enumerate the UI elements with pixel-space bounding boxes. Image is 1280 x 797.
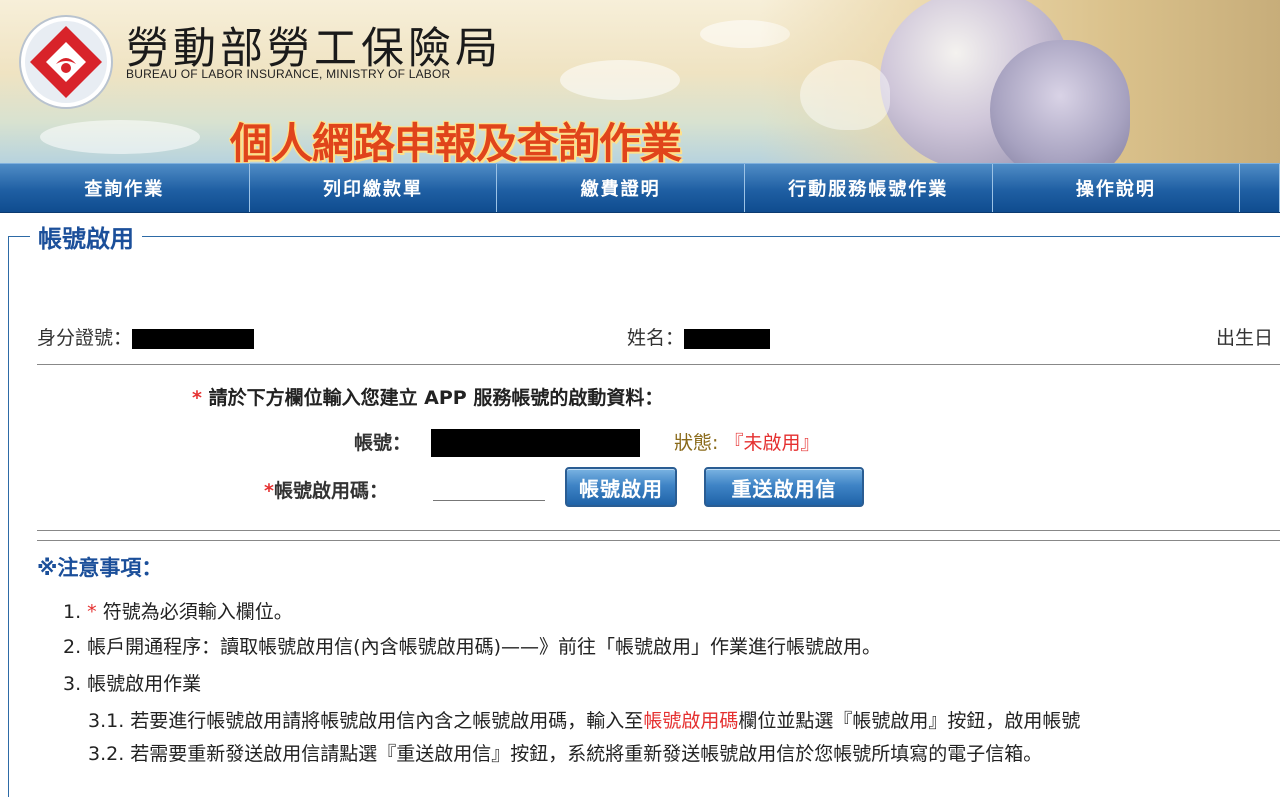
cloud-decoration [560, 60, 680, 100]
banner-illustration [760, 0, 1280, 163]
divider [37, 530, 1280, 531]
divider [37, 540, 1280, 541]
note-2: 2. 帳戶開通程序：讀取帳號啟用信(內含帳號啟用碼)——》前往「帳號啟用」作業進… [63, 636, 881, 658]
birth-date-label: 出生日 [1216, 327, 1274, 349]
header-banner: 勞動部勞工保險局 BUREAU OF LABOR INSURANCE, MINI… [0, 0, 1280, 163]
account-label: 帳號： [354, 432, 412, 454]
required-star: * [87, 601, 97, 623]
note-3-1-highlight: 帳號啟用碼 [643, 710, 739, 732]
nav-item-query[interactable]: 查詢作業 [0, 164, 250, 212]
account-redacted [431, 429, 640, 457]
notes-title: ※注意事項： [37, 556, 163, 580]
resend-activation-email-button[interactable]: 重送啟用信 [704, 467, 864, 507]
activation-prompt-text: 請於下方欄位輸入您建立 APP 服務帳號的啟動資料： [208, 387, 664, 409]
activation-code-label: *帳號啟用碼： [264, 476, 388, 503]
status-badge: 『未啟用』 [724, 432, 820, 454]
section-title: 帳號啟用 [30, 219, 142, 254]
note-3-2: 3.2. 若需要重新發送啟用信請點選『重送啟用信』按鈕，系統將重新發送帳號啟用信… [88, 743, 1043, 765]
activate-account-button[interactable]: 帳號啟用 [565, 467, 677, 507]
name-label: 姓名： [627, 327, 685, 349]
main-nav: 查詢作業 列印繳款單 繳費證明 行動服務帳號作業 操作說明 [0, 163, 1280, 213]
id-number-redacted [132, 328, 255, 349]
note-3-1-text-b: 欄位並點選『帳號啟用』按鈕，啟用帳號 [738, 710, 1081, 732]
note-3: 3. 帳號啟用作業 [63, 673, 202, 695]
activation-code-label-text: 帳號啟用碼： [273, 480, 388, 502]
activation-code-input[interactable] [433, 474, 545, 501]
nav-item-instructions[interactable]: 操作說明 [993, 164, 1241, 212]
note-1-number: 1. [63, 601, 88, 623]
nav-item-print-payment-slip[interactable]: 列印繳款單 [250, 164, 498, 212]
name-redacted [684, 328, 771, 349]
name-row: 姓名： [627, 323, 771, 350]
divider [37, 364, 1280, 365]
nav-item-overflow[interactable] [1240, 164, 1280, 212]
nav-item-mobile-account[interactable]: 行動服務帳號作業 [745, 164, 993, 212]
cloud-decoration [40, 120, 200, 154]
bli-logo-icon [19, 15, 113, 109]
account-status: 狀態: 『未啟用』 [674, 428, 819, 455]
note-3-1: 3.1. 若要進行帳號啟用請將帳號啟用信內含之帳號啟用碼，輸入至帳號啟用碼欄位並… [88, 706, 1080, 733]
org-name-en: BUREAU OF LABOR INSURANCE, MINISTRY OF L… [126, 67, 451, 81]
status-label: 狀態: [674, 432, 725, 454]
id-number-label: 身分證號： [37, 327, 133, 349]
note-1: 1. * 符號為必須輸入欄位。 [63, 597, 293, 624]
required-star: * [192, 387, 202, 409]
note-3-1-text-a: 3.1. 若要進行帳號啟用請將帳號啟用信內含之帳號啟用碼，輸入至 [88, 710, 644, 732]
activation-prompt: * 請於下方欄位輸入您建立 APP 服務帳號的啟動資料： [192, 383, 663, 410]
nav-item-payment-certificate[interactable]: 繳費證明 [497, 164, 745, 212]
note-1-text: 符號為必須輸入欄位。 [96, 601, 293, 623]
required-star: * [264, 480, 274, 502]
id-number-row: 身分證號： [37, 323, 255, 350]
system-title: 個人網路申報及查詢作業 [230, 119, 682, 163]
